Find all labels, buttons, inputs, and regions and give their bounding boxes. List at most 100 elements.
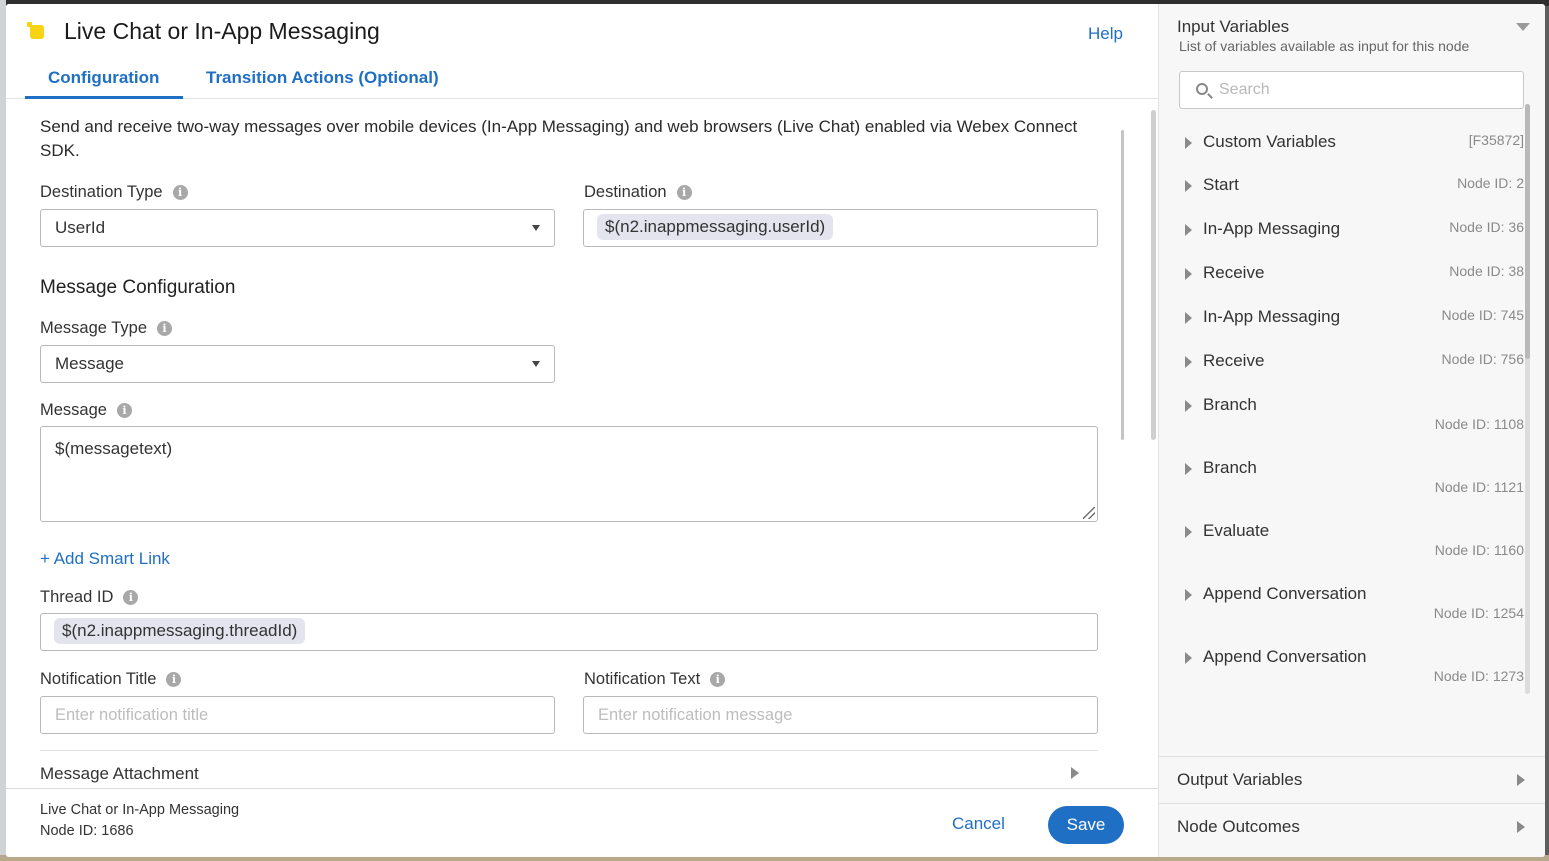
notification-text-label-text: Notification Text: [584, 670, 701, 688]
variable-group-name: Start: [1203, 175, 1239, 194]
node-config-modal: Live Chat or In-App Messaging Help Confi…: [6, 4, 1545, 857]
notification-text-label: Notification Text i: [584, 670, 726, 689]
variable-group-node-id: Node ID: 1273: [1433, 668, 1524, 684]
node-outcomes-section[interactable]: Node Outcomes: [1159, 803, 1545, 850]
variable-group-node-id: Node ID: 1108: [1434, 416, 1524, 432]
output-variables-section[interactable]: Output Variables: [1159, 756, 1545, 803]
message-configuration-heading: Message Configuration: [40, 277, 236, 298]
destination-label-text: Destination: [584, 183, 667, 201]
notification-text-input[interactable]: Enter notification message: [583, 696, 1098, 734]
form-scrollbar[interactable]: [1121, 130, 1124, 440]
cancel-button[interactable]: Cancel: [952, 814, 1005, 834]
footer-node-name: Live Chat or In-App Messaging: [40, 802, 240, 818]
config-form: Send and receive two-way messages over m…: [6, 100, 1158, 788]
variable-group-node-id: [F35872]: [1468, 132, 1524, 148]
variable-group-name: Branch: [1203, 395, 1257, 414]
thread-id-label-text: Thread ID: [40, 588, 114, 606]
info-icon[interactable]: i: [166, 672, 182, 687]
info-icon[interactable]: i: [676, 185, 692, 200]
message-attachment-section[interactable]: Message Attachment: [40, 750, 1098, 788]
modal-header: Live Chat or In-App Messaging Help Confi…: [6, 4, 1158, 99]
destination-field[interactable]: $(n2.inappmessaging.userId): [583, 209, 1098, 247]
message-type-value: Message: [55, 354, 124, 373]
input-variables-title: Input Variables: [1177, 17, 1290, 36]
variable-group-name: Append Conversation: [1203, 584, 1367, 603]
chevron-right-icon: [1517, 821, 1525, 833]
help-link[interactable]: Help: [1088, 24, 1123, 44]
info-icon[interactable]: i: [116, 403, 132, 418]
variable-group-node-id: Node ID: 2: [1457, 175, 1524, 191]
message-type-label: Message Type i: [40, 319, 173, 338]
message-textarea[interactable]: $(messagetext): [40, 426, 1098, 522]
expand-arrow-icon: [1185, 356, 1192, 368]
footer-node-id: Node ID: 1686: [40, 823, 134, 839]
chevron-down-icon: [532, 361, 540, 367]
active-tab-indicator: [25, 96, 183, 99]
variable-group-name: In-App Messaging: [1203, 307, 1341, 326]
variable-chip[interactable]: $(n2.inappmessaging.threadId): [54, 618, 306, 644]
destination-label: Destination i: [584, 183, 692, 202]
message-label-text: Message: [40, 401, 107, 419]
destination-type-select[interactable]: UserId: [40, 209, 555, 247]
variable-group-name: Custom Variables: [1203, 132, 1336, 151]
expand-arrow-icon: [1185, 224, 1192, 236]
variable-group-node-id: Node ID: 756: [1441, 351, 1525, 367]
notification-title-placeholder: Enter notification title: [55, 706, 209, 724]
variable-group-name: Append Conversation: [1203, 647, 1367, 666]
save-button[interactable]: Save: [1048, 806, 1124, 844]
resize-handle[interactable]: [1083, 507, 1095, 519]
output-variables-label: Output Variables: [1177, 770, 1303, 789]
notification-title-label-text: Notification Title: [40, 670, 157, 688]
variable-group-node-id: Node ID: 38: [1449, 263, 1524, 279]
add-smart-link-button[interactable]: + Add Smart Link: [40, 549, 170, 569]
tab-configuration[interactable]: Configuration: [48, 68, 159, 88]
variable-group-node-id: Node ID: 745: [1441, 307, 1525, 323]
variable-search-input[interactable]: Search: [1179, 71, 1524, 109]
variable-group-node-id: Node ID: 36: [1449, 219, 1524, 235]
chevron-right-icon: [1517, 774, 1525, 786]
variable-group-name: Evaluate: [1203, 521, 1270, 540]
modal-footer: Live Chat or In-App Messaging Node ID: 1…: [6, 788, 1158, 857]
info-icon[interactable]: i: [123, 590, 139, 605]
node-type-icon: [27, 22, 44, 39]
variables-panel: Input Variables List of variables availa…: [1158, 4, 1545, 857]
node-description: Send and receive two-way messages over m…: [40, 117, 1078, 160]
destination-type-label-text: Destination Type: [40, 183, 163, 201]
notification-text-placeholder: Enter notification message: [598, 706, 793, 724]
message-type-select[interactable]: Message: [40, 345, 555, 383]
info-icon[interactable]: i: [710, 672, 726, 687]
chevron-right-icon: [1071, 767, 1079, 779]
notification-title-input[interactable]: Enter notification title: [40, 696, 555, 734]
expand-arrow-icon: [1185, 180, 1192, 192]
search-placeholder: Search: [1219, 81, 1270, 98]
expand-arrow-icon: [1185, 268, 1192, 280]
modal-title: Live Chat or In-App Messaging: [64, 18, 380, 44]
variable-group-node-id: Node ID: 1254: [1433, 605, 1524, 621]
variable-tree: Custom Variables [F35872] Start Node ID:…: [1159, 114, 1545, 754]
thread-id-field[interactable]: $(n2.inappmessaging.threadId): [40, 613, 1098, 651]
collapse-chevron-icon[interactable]: [1516, 23, 1530, 31]
tab-transition-actions[interactable]: Transition Actions (Optional): [206, 68, 439, 88]
thread-id-label: Thread ID i: [40, 588, 139, 607]
info-icon[interactable]: i: [157, 321, 173, 336]
expand-arrow-icon: [1185, 589, 1192, 601]
expand-arrow-icon: [1185, 526, 1192, 538]
expand-arrow-icon: [1185, 652, 1192, 664]
pane-scrollbar[interactable]: [1151, 110, 1156, 440]
expand-arrow-icon: [1185, 137, 1192, 149]
expand-arrow-icon: [1185, 400, 1192, 412]
destination-type-value: UserId: [55, 218, 106, 237]
expand-arrow-icon: [1185, 312, 1192, 324]
info-icon[interactable]: i: [172, 185, 188, 200]
notification-title-label: Notification Title i: [40, 670, 182, 689]
variables-scrollbar-thumb[interactable]: [1525, 104, 1530, 359]
variable-group-name: Receive: [1203, 263, 1265, 282]
message-label: Message i: [40, 401, 132, 420]
search-icon: [1196, 83, 1208, 95]
config-pane: Live Chat or In-App Messaging Help Confi…: [6, 4, 1158, 857]
variable-chip[interactable]: $(n2.inappmessaging.userId): [597, 214, 834, 240]
variable-group-name: Branch: [1203, 458, 1257, 477]
destination-type-label: Destination Type i: [40, 183, 188, 202]
node-outcomes-label: Node Outcomes: [1177, 817, 1300, 836]
message-type-label-text: Message Type: [40, 319, 148, 337]
